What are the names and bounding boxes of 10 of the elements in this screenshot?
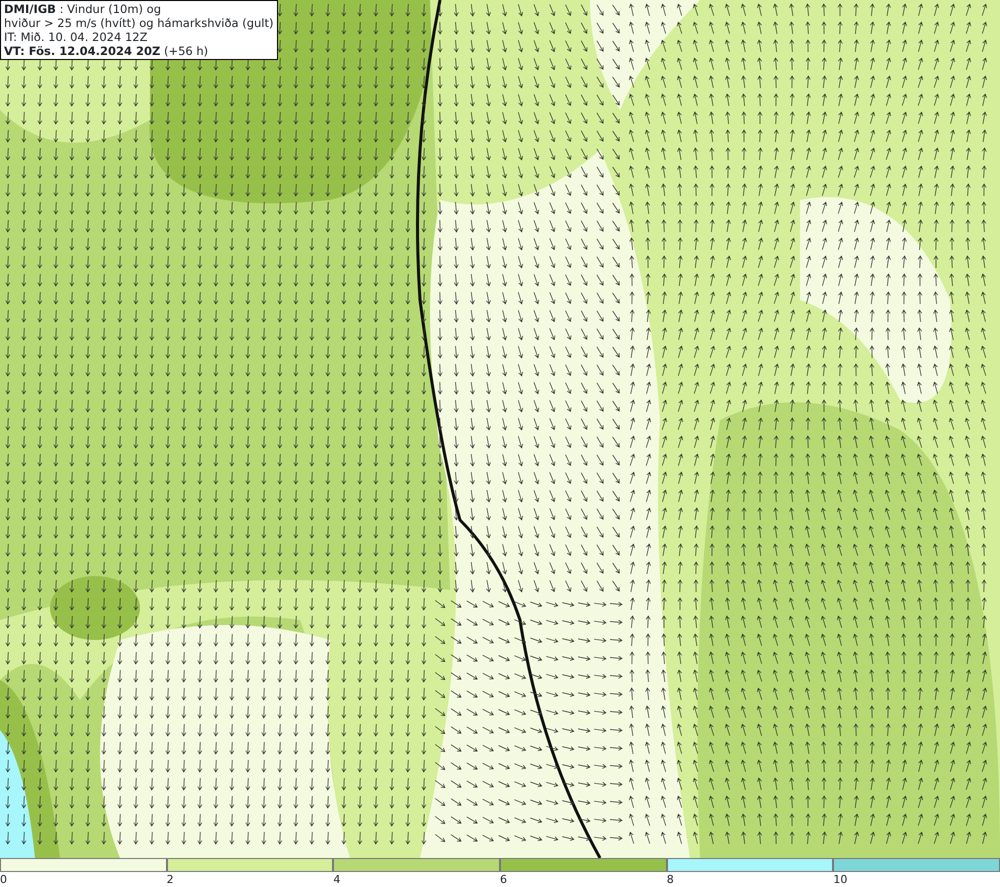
scale-tick-label: 6 bbox=[500, 873, 508, 886]
scale-tick-label: 4 bbox=[333, 873, 340, 886]
scale-tick-label: 8 bbox=[666, 873, 674, 886]
scale-tick-label: 2 bbox=[166, 873, 174, 886]
legend-line: IT: Mið. 10. 04. 2024 12Z bbox=[4, 30, 148, 44]
legend-line: hviður > 25 m/s (hvítt) og hámarkshviða (gult) bbox=[4, 16, 274, 30]
scale-tick-label: 10 bbox=[833, 873, 848, 886]
legend-line: DMI/IGB : Vindur (10m) og bbox=[4, 2, 162, 16]
scale-tick-label: 0 bbox=[0, 873, 7, 886]
legend-line: VT: Fös. 12.04.2024 20Z (+56 h) bbox=[4, 44, 210, 58]
